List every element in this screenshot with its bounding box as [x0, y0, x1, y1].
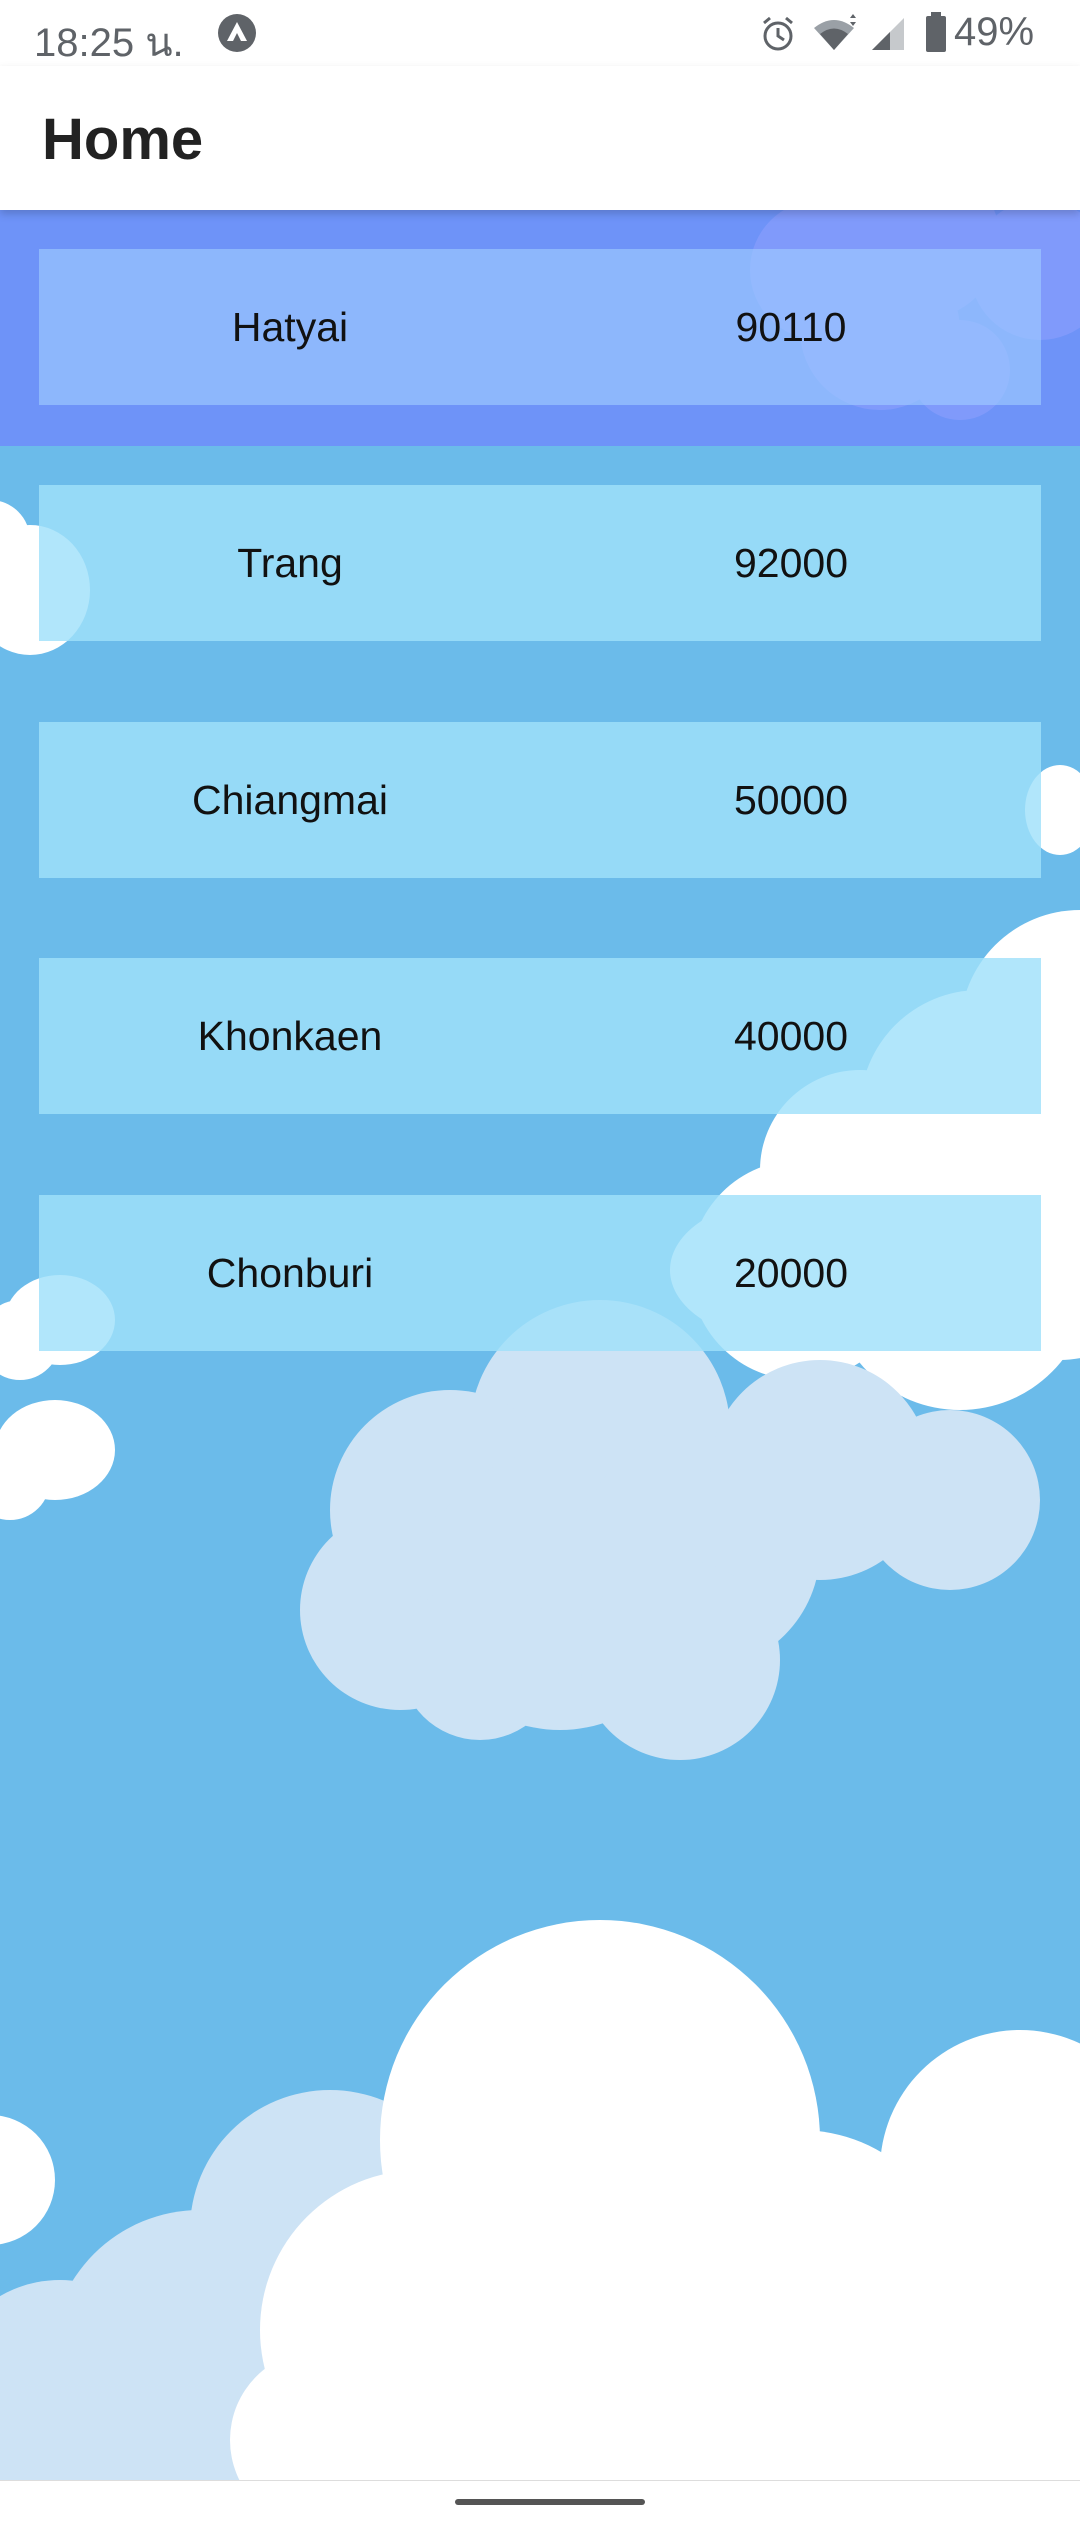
- list-item[interactable]: Hatyai 90110: [39, 249, 1041, 405]
- battery-icon: [924, 12, 948, 59]
- postal-code: 90110: [735, 304, 847, 350]
- status-icons: 49%: [758, 10, 1058, 56]
- list-item[interactable]: Chonburi 20000: [39, 1195, 1041, 1351]
- city-name: Khonkaen: [197, 1013, 383, 1059]
- status-time: 18:25 น.: [34, 21, 184, 65]
- navigation-bar: [0, 2480, 1080, 2521]
- list-item[interactable]: Trang 92000: [39, 485, 1041, 641]
- battery-percent: 49%: [954, 10, 1035, 54]
- city-name: Chiangmai: [192, 777, 388, 823]
- postal-code: 40000: [733, 1013, 848, 1059]
- content-area[interactable]: Hatyai 90110 Trang 92000 Chiangmai 50000…: [0, 210, 1080, 2480]
- city-name: Hatyai: [231, 304, 349, 350]
- app-notification-icon: [218, 14, 256, 52]
- status-bar: 18:25 น. 49%: [0, 0, 1080, 66]
- page-title: Home: [42, 107, 204, 172]
- postal-code: 20000: [733, 1250, 848, 1296]
- postal-code: 50000: [733, 777, 848, 823]
- alarm-icon: [758, 14, 798, 59]
- wifi-icon: [810, 14, 858, 59]
- postal-code: 92000: [733, 540, 848, 586]
- list-item[interactable]: Khonkaen 40000: [39, 958, 1041, 1114]
- app-bar: Home: [0, 66, 1080, 210]
- list-item[interactable]: Chiangmai 50000: [39, 722, 1041, 878]
- signal-icon: [870, 16, 912, 57]
- city-name: Chonburi: [206, 1250, 374, 1296]
- home-gesture-handle[interactable]: [455, 2499, 645, 2505]
- city-name: Trang: [237, 540, 343, 586]
